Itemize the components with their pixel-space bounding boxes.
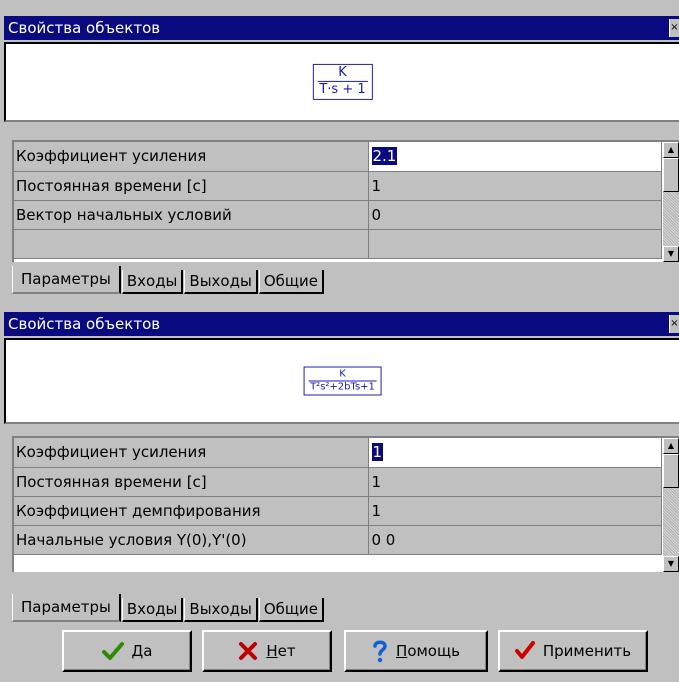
scroll-thumb[interactable] <box>663 454 679 488</box>
transfer-function: K T·s + 1 <box>312 63 373 101</box>
property-name <box>14 229 369 259</box>
selected-value[interactable]: 2.1 <box>371 147 398 166</box>
table-row[interactable]: Коэффициент демпфирования 1 <box>14 496 662 526</box>
property-name: Постоянная времени [c] <box>14 467 369 497</box>
selected-value[interactable]: 1 <box>371 443 384 462</box>
close-icon[interactable]: × <box>669 315 679 333</box>
tab-general[interactable]: Общие <box>258 270 324 294</box>
property-name: Коэффициент демпфирования <box>14 496 369 526</box>
vertical-scrollbar[interactable]: ▲ ▼ <box>663 142 679 262</box>
property-name: Вектор начальных условий <box>14 200 369 230</box>
ok-mnemonic: Д <box>131 642 144 660</box>
tab-inputs[interactable]: Входы <box>121 270 184 294</box>
apply-label: Применить <box>542 642 632 660</box>
property-name: Постоянная времени [c] <box>14 171 369 201</box>
ok-button[interactable]: Да <box>62 630 192 672</box>
property-value[interactable]: 1 <box>368 467 662 497</box>
formula-preview: K T·s + 1 <box>4 42 679 122</box>
scroll-thumb[interactable] <box>663 158 679 192</box>
properties-panel-second-order: Свойства объектов × K T²s²+2bTs+1 Коэффи… <box>0 312 679 622</box>
scroll-down-icon[interactable]: ▼ <box>663 246 679 262</box>
table-row[interactable]: Постоянная времени [c] 1 <box>14 171 662 201</box>
property-name: Коэффициент усиления <box>14 142 369 172</box>
apply-button[interactable]: Применить <box>498 630 648 672</box>
property-value-input[interactable]: 1 <box>368 438 662 468</box>
vertical-scrollbar[interactable]: ▲ ▼ <box>663 438 679 572</box>
cross-icon <box>238 641 258 661</box>
close-icon[interactable]: × <box>669 19 679 37</box>
scroll-up-icon[interactable]: ▲ <box>663 142 679 158</box>
property-value[interactable]: 0 0 <box>368 525 662 555</box>
tab-outputs[interactable]: Выходы <box>184 598 258 622</box>
help-label: омощь <box>407 642 460 660</box>
question-icon <box>372 639 388 663</box>
formula-preview: K T²s²+2bTs+1 <box>4 338 679 424</box>
table-row[interactable]: Начальные условия Y(0),Y'(0) 0 0 <box>14 525 662 555</box>
table-row[interactable]: Коэффициент усиления 2.1 <box>14 142 662 172</box>
tab-bar: Параметры Входы Выходы Общие <box>12 264 325 294</box>
table-row[interactable]: Коэффициент усиления 1 <box>14 438 662 468</box>
formula-denominator: T·s + 1 <box>317 80 368 97</box>
transfer-function: K T²s²+2bTs+1 <box>303 366 382 396</box>
window-titlebar: Свойства объектов × <box>4 312 679 336</box>
table-row[interactable]: Постоянная времени [c] 1 <box>14 467 662 497</box>
property-value[interactable]: 0 <box>368 200 662 230</box>
property-grid: Коэффициент усиления 2.1 Постоянная врем… <box>12 140 679 262</box>
tab-parameters[interactable]: Параметры <box>12 266 121 294</box>
property-value-input[interactable]: 2.1 <box>368 142 662 172</box>
help-button[interactable]: Помощь <box>344 630 488 672</box>
scroll-up-icon[interactable]: ▲ <box>663 438 679 454</box>
property-name: Коэффициент усиления <box>14 438 369 468</box>
checkmark-icon <box>101 641 124 661</box>
dialog-button-row: Да Нет Помощь Применить <box>0 630 679 672</box>
formula-denominator: T²s²+2bTs+1 <box>308 380 377 392</box>
table-row[interactable]: Вектор начальных условий 0 <box>14 200 662 230</box>
window-title: Свойства объектов <box>8 315 161 333</box>
property-grid: Коэффициент усиления 1 Постоянная времен… <box>12 436 679 572</box>
ok-label: а <box>143 642 153 660</box>
property-value[interactable] <box>368 229 662 259</box>
cancel-button[interactable]: Нет <box>202 630 332 672</box>
formula-numerator: K <box>338 64 347 80</box>
scroll-down-icon[interactable]: ▼ <box>663 556 679 572</box>
properties-panel-first-order: Свойства объектов × K T·s + 1 Коэффициен… <box>0 0 679 308</box>
property-name: Начальные условия Y(0),Y'(0) <box>14 525 369 555</box>
tab-parameters[interactable]: Параметры <box>12 594 121 622</box>
property-value[interactable]: 1 <box>368 496 662 526</box>
window-title: Свойства объектов <box>8 19 161 37</box>
tab-general[interactable]: Общие <box>258 598 324 622</box>
tab-bar: Параметры Входы Выходы Общие <box>12 592 325 622</box>
no-label: ет <box>277 642 296 660</box>
help-mnemonic: П <box>396 642 408 660</box>
tab-outputs[interactable]: Выходы <box>184 270 258 294</box>
formula-numerator: K <box>339 368 346 380</box>
tab-inputs[interactable]: Входы <box>121 598 184 622</box>
window-titlebar: Свойства объектов × <box>4 16 679 40</box>
no-mnemonic: Н <box>266 642 278 660</box>
table-row[interactable] <box>14 229 662 259</box>
checkmark-icon <box>514 641 535 661</box>
property-value[interactable]: 1 <box>368 171 662 201</box>
